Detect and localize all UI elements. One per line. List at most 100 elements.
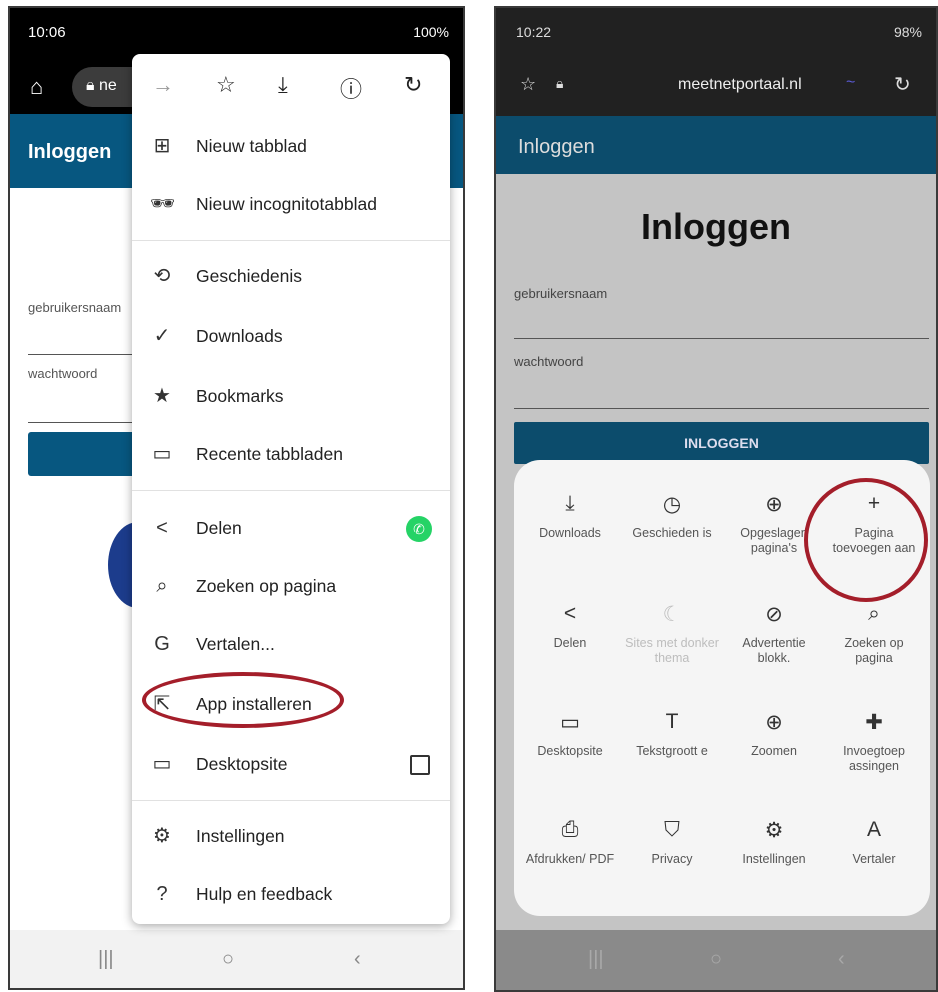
new-tab-icon: ⊞: [153, 135, 171, 157]
tile-desktop-site[interactable]: ▭ Desktopsite: [518, 692, 622, 802]
tile-label: Geschieden is: [632, 526, 712, 540]
clock-icon: ◷: [662, 493, 682, 516]
tile-label: Afdrukken/ PDF: [525, 852, 615, 866]
url-bar: ☆ 🔒︎ meetnetportaal.nl ~ ↻: [496, 56, 936, 116]
menu-item-new-incognito-tab[interactable]: 🕶︎ Nieuw incognitotabblad: [132, 176, 450, 234]
bookmark-star-icon: ★: [153, 385, 171, 407]
menu-item-share[interactable]: < Delen ✆: [132, 500, 450, 558]
reload-icon[interactable]: ↻: [404, 72, 422, 98]
recent-apps-icon[interactable]: |||: [98, 948, 114, 971]
menu-toolbar: → ☆ ⤓ ⓘ ↻: [132, 54, 450, 116]
tile-print[interactable]: ⎙ Afdrukken/ PDF: [518, 800, 622, 910]
menu-item-label: Geschiedenis: [196, 266, 303, 286]
ad-block-icon: ⊘: [765, 603, 783, 626]
tile-label: Invoegtoep assingen: [843, 744, 905, 773]
menu-item-label: Nieuw tabblad: [196, 136, 307, 156]
moon-icon: ☾: [662, 603, 682, 626]
tile-add-ons[interactable]: ✚ Invoegtoep assingen: [822, 692, 926, 802]
print-icon: ⎙: [561, 818, 579, 841]
menu-item-label: Hulp en feedback: [196, 884, 333, 904]
tile-label: Zoeken op pagina: [844, 636, 904, 665]
whatsapp-icon[interactable]: ✆: [406, 516, 432, 542]
share-icon: <: [156, 517, 168, 539]
lock-icon: 🔒︎: [556, 75, 564, 91]
desktop-site-checkbox[interactable]: [410, 755, 430, 775]
tile-share[interactable]: < Delen: [518, 584, 622, 694]
tile-translator[interactable]: A Vertaler: [822, 800, 926, 910]
menu-item-new-tab[interactable]: ⊞ Nieuw tabblad: [132, 118, 450, 176]
menu-divider: [132, 490, 450, 491]
addons-icon: ✚: [865, 711, 883, 734]
menu-divider: [132, 800, 450, 801]
home-button-icon[interactable]: ○: [222, 948, 234, 971]
menu-item-find-in-page[interactable]: ⌕ Zoeken op pagina: [132, 558, 450, 616]
download-icon: ⤓: [565, 492, 575, 515]
menu-item-desktop-site[interactable]: ▭ Desktopsite: [132, 736, 450, 794]
username-field[interactable]: [514, 338, 929, 339]
history-icon: ⟲: [153, 265, 171, 287]
forward-icon[interactable]: →: [152, 72, 174, 98]
tile-label: Sites met donker thema: [625, 636, 719, 665]
url-text[interactable]: meetnetportaal.nl: [678, 76, 802, 94]
home-icon[interactable]: ⌂: [30, 74, 43, 100]
text-size-icon: T: [665, 710, 679, 733]
tile-dark-theme: ☾ Sites met donker thema: [620, 584, 724, 694]
menu-item-label: Nieuw incognitotabblad: [196, 194, 377, 214]
tile-label: Tekstgroott e: [636, 744, 708, 758]
menu-item-label: Vertalen...: [196, 634, 275, 654]
star-icon[interactable]: ☆: [520, 74, 536, 95]
settings-gear-icon: ⚙: [764, 819, 784, 842]
tile-label: Desktopsite: [537, 744, 603, 758]
translate-icon: A: [866, 818, 881, 841]
highlight-circle: [804, 478, 928, 602]
tile-zoom[interactable]: ⊕ Zoomen: [722, 692, 826, 802]
download-icon[interactable]: ⤓: [278, 72, 288, 98]
menu-item-settings[interactable]: ⚙ Instellingen: [132, 808, 450, 866]
settings-gear-icon: ⚙: [153, 825, 171, 847]
recent-apps-icon[interactable]: |||: [588, 948, 604, 971]
desktop-icon: ▭: [560, 711, 580, 734]
menu-item-bookmarks[interactable]: ★ Bookmarks: [132, 368, 450, 426]
tile-label: Instellingen: [742, 852, 806, 866]
tile-downloads[interactable]: ⤓ Downloads: [518, 474, 622, 584]
devices-icon: ▭: [152, 443, 172, 465]
star-icon[interactable]: ☆: [216, 72, 236, 98]
page-title: Inloggen: [641, 206, 791, 247]
tile-text-size[interactable]: T Tekstgroott e: [620, 692, 724, 802]
info-icon[interactable]: ⓘ: [340, 72, 362, 104]
url-text: ne: [98, 77, 117, 94]
menu-item-label: Instellingen: [196, 826, 285, 846]
menu-item-help[interactable]: ? Hulp en feedback: [132, 866, 450, 924]
android-nav-bar: ||| ○ ‹: [10, 930, 463, 988]
tile-label: Zoomen: [751, 744, 797, 758]
tile-history[interactable]: ◷ Geschieden is: [620, 474, 724, 584]
password-label: wachtwoord: [514, 354, 584, 369]
tile-label: Delen: [553, 636, 587, 650]
menu-item-recent-tabs[interactable]: ▭ Recente tabbladen: [132, 426, 450, 484]
downloads-icon: ✓: [153, 325, 171, 347]
tile-label: Privacy: [651, 852, 693, 866]
back-icon[interactable]: ‹: [838, 948, 845, 971]
menu-item-label: Desktopsite: [196, 754, 288, 774]
site-favicon-icon: ~: [846, 74, 856, 91]
password-field[interactable]: [514, 408, 929, 409]
tile-privacy[interactable]: ⛉ Privacy: [620, 800, 724, 910]
reload-icon[interactable]: ↻: [894, 72, 911, 97]
status-bar: 10:06 100%: [10, 8, 463, 58]
menu-divider: [132, 240, 450, 241]
menu-item-label: Recente tabbladen: [196, 444, 343, 464]
menu-item-translate[interactable]: G Vertalen...: [132, 616, 450, 674]
find-icon: ⌕: [156, 575, 168, 597]
login-button[interactable]: INLOGGEN: [514, 422, 929, 464]
menu-item-downloads[interactable]: ✓ Downloads: [132, 308, 450, 366]
home-button-icon[interactable]: ○: [710, 948, 722, 971]
username-label: gebruikersnaam: [28, 300, 122, 315]
lock-icon: 🔒︎: [86, 77, 95, 94]
menu-item-history[interactable]: ⟲ Geschiedenis: [132, 248, 450, 306]
samsung-phone-screenshot: 10:22 98% ☆ 🔒︎ meetnetportaal.nl ~ ↻ Inl…: [494, 6, 938, 992]
tile-settings[interactable]: ⚙ Instellingen: [722, 800, 826, 910]
back-icon[interactable]: ‹: [354, 948, 361, 971]
tile-ad-block[interactable]: ⊘ Advertentie blokk.: [722, 584, 826, 694]
zoom-icon: ⊕: [765, 711, 783, 734]
status-time: 10:22: [516, 24, 552, 40]
